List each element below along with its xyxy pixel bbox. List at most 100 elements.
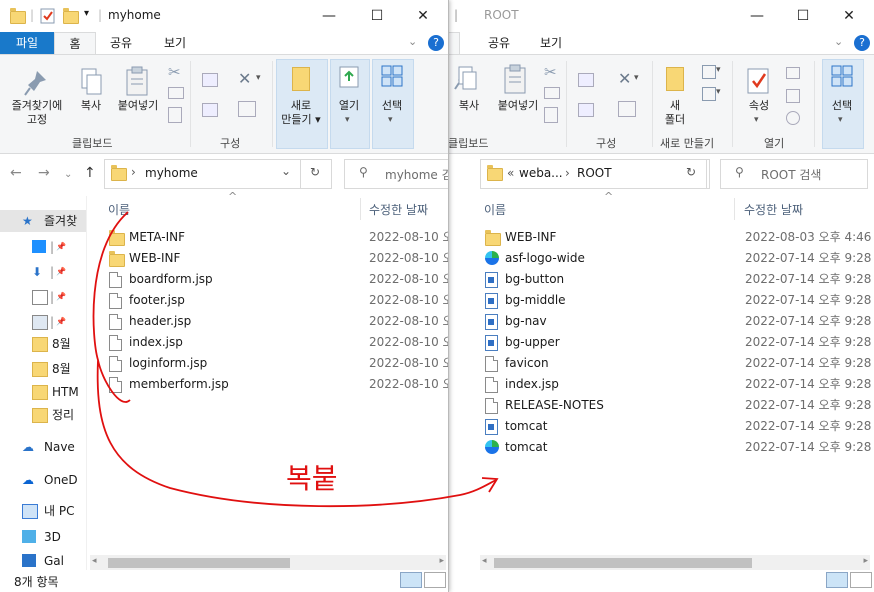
maximize-button[interactable]: ☐: [354, 0, 400, 32]
nav-item[interactable]: 📌 |: [0, 286, 86, 308]
tab-file[interactable]: 파일: [0, 32, 54, 54]
minimize-button[interactable]: —: [306, 0, 352, 32]
open-icon[interactable]: [786, 67, 800, 79]
nav-item[interactable]: 정리: [0, 404, 86, 426]
nav-item[interactable]: 📌 |: [0, 311, 86, 333]
nav-item[interactable]: 내 PC: [0, 500, 86, 522]
list-item[interactable]: header.jsp 2022-08-10 오: [109, 311, 448, 332]
move-to-icon[interactable]: [202, 73, 218, 87]
horizontal-scrollbar[interactable]: ◂ ▸: [90, 555, 446, 571]
large-icons-view-icon[interactable]: [424, 572, 446, 588]
list-item[interactable]: loginform.jsp 2022-08-10 오: [109, 353, 448, 374]
forward-icon[interactable]: →: [38, 165, 50, 181]
list-item[interactable]: boardform.jsp 2022-08-10 오: [109, 269, 448, 290]
column-header-name[interactable]: 이름: [108, 201, 130, 218]
list-item[interactable]: favicon 2022-07-14 오후 9:28: [485, 353, 871, 374]
chevron-down-icon[interactable]: ▾: [716, 87, 721, 97]
properties-icon[interactable]: [746, 65, 772, 95]
delete-icon[interactable]: ✕: [238, 69, 251, 88]
list-item[interactable]: memberform.jsp 2022-08-10 오: [109, 374, 448, 395]
scroll-thumb[interactable]: [108, 558, 290, 568]
tab-share[interactable]: 공유: [104, 32, 138, 54]
list-item[interactable]: footer.jsp 2022-08-10 오: [109, 290, 448, 311]
tab-view[interactable]: 보기: [536, 32, 566, 54]
details-view-icon[interactable]: [400, 572, 422, 588]
recent-locations-icon[interactable]: ⌄: [64, 169, 72, 180]
refresh-button[interactable]: ↻: [678, 159, 707, 189]
tab-view[interactable]: 보기: [158, 32, 192, 54]
large-icons-view-icon[interactable]: [850, 572, 872, 588]
paste-icon[interactable]: [502, 63, 528, 95]
list-item[interactable]: WEB-INF 2022-08-10 오: [109, 248, 448, 269]
list-item[interactable]: META-INF 2022-08-10 오: [109, 227, 448, 248]
address-bar[interactable]: › myhome ⌄: [104, 159, 302, 189]
copy-to-icon[interactable]: [578, 103, 594, 117]
up-icon[interactable]: ↑: [84, 165, 96, 181]
column-divider[interactable]: [360, 198, 361, 220]
column-header-date[interactable]: 수정한 날짜: [744, 201, 803, 218]
nav-item[interactable]: ☁ Nave: [0, 436, 86, 458]
easy-access-icon[interactable]: [702, 87, 716, 101]
qat-dropdown-icon[interactable]: ▾: [84, 8, 89, 19]
list-item[interactable]: tomcat 2022-07-14 오후 9:28: [485, 416, 871, 437]
nav-item[interactable]: ★ 즐겨찾: [0, 210, 86, 232]
chevron-down-icon[interactable]: ⌄: [834, 35, 843, 48]
paste-icon[interactable]: [124, 65, 150, 97]
column-divider[interactable]: [734, 198, 735, 220]
breadcrumb-myhome[interactable]: myhome: [145, 166, 198, 180]
new-item-icon[interactable]: [702, 65, 716, 79]
back-icon[interactable]: ←: [10, 165, 22, 181]
list-item[interactable]: index.jsp 2022-08-10 오: [109, 332, 448, 353]
close-button[interactable]: ✕: [826, 0, 872, 32]
copy-icon[interactable]: [78, 67, 104, 97]
list-item[interactable]: bg-upper 2022-07-14 오후 9:28: [485, 332, 871, 353]
tab-home[interactable]: 홈: [54, 32, 96, 55]
cut-icon[interactable]: ✂: [168, 63, 181, 81]
address-bar[interactable]: « weba... › ROOT ⌄: [480, 159, 710, 189]
search-box[interactable]: ⚲ myhome 검: [344, 159, 448, 189]
list-item[interactable]: bg-middle 2022-07-14 오후 9:28: [485, 290, 871, 311]
copy-to-icon[interactable]: [202, 103, 218, 117]
cut-icon[interactable]: ✂: [544, 63, 557, 81]
close-button[interactable]: ✕: [400, 0, 446, 32]
maximize-button[interactable]: ☐: [780, 0, 826, 32]
chevron-down-icon[interactable]: ▾: [256, 73, 261, 83]
chevron-down-icon[interactable]: ⌄: [408, 35, 417, 48]
column-header-date[interactable]: 수정한 날짜: [369, 201, 428, 218]
new-folder-icon[interactable]: [666, 67, 684, 91]
list-item[interactable]: index.jsp 2022-07-14 오후 9:28: [485, 374, 871, 395]
scroll-left-icon[interactable]: ◂: [482, 556, 487, 566]
scroll-left-icon[interactable]: ◂: [92, 556, 97, 566]
chevron-down-icon[interactable]: ▾: [634, 73, 639, 83]
nav-item[interactable]: 3D: [0, 526, 86, 548]
list-item[interactable]: tomcat 2022-07-14 오후 9:28: [485, 437, 871, 458]
search-box[interactable]: ⚲ ROOT 검색: [720, 159, 868, 189]
rename-icon[interactable]: [238, 101, 256, 117]
history-icon[interactable]: [786, 111, 800, 125]
chevron-down-icon[interactable]: ▾: [716, 65, 721, 75]
rename-icon[interactable]: [618, 101, 636, 117]
copy-icon[interactable]: [455, 65, 477, 93]
nav-item[interactable]: ☁ OneD: [0, 469, 86, 491]
paste-shortcut-icon[interactable]: [168, 107, 182, 123]
new-folder-qat-icon[interactable]: [63, 8, 79, 24]
refresh-button[interactable]: ↻: [300, 159, 332, 189]
help-icon[interactable]: ?: [428, 35, 444, 51]
nav-item[interactable]: 8월: [0, 358, 86, 380]
nav-item[interactable]: 8월: [0, 333, 86, 355]
details-view-icon[interactable]: [826, 572, 848, 588]
pin-icon[interactable]: [24, 69, 48, 97]
edit-icon[interactable]: [786, 89, 800, 103]
tab-share[interactable]: 공유: [484, 32, 514, 54]
nav-item[interactable]: HTM: [0, 381, 86, 403]
nav-item[interactable]: ⬇ 📌 |: [0, 261, 86, 283]
properties-qat-icon[interactable]: [40, 8, 56, 24]
column-header-name[interactable]: 이름: [484, 201, 506, 218]
list-item[interactable]: bg-nav 2022-07-14 오후 9:28: [485, 311, 871, 332]
move-to-icon[interactable]: [578, 73, 594, 87]
breadcrumb-root[interactable]: ROOT: [577, 166, 612, 180]
delete-icon[interactable]: ✕: [618, 69, 631, 88]
scroll-right-icon[interactable]: ▸: [439, 556, 444, 566]
nav-item[interactable]: Gal: [0, 550, 86, 572]
scroll-thumb[interactable]: [494, 558, 752, 568]
